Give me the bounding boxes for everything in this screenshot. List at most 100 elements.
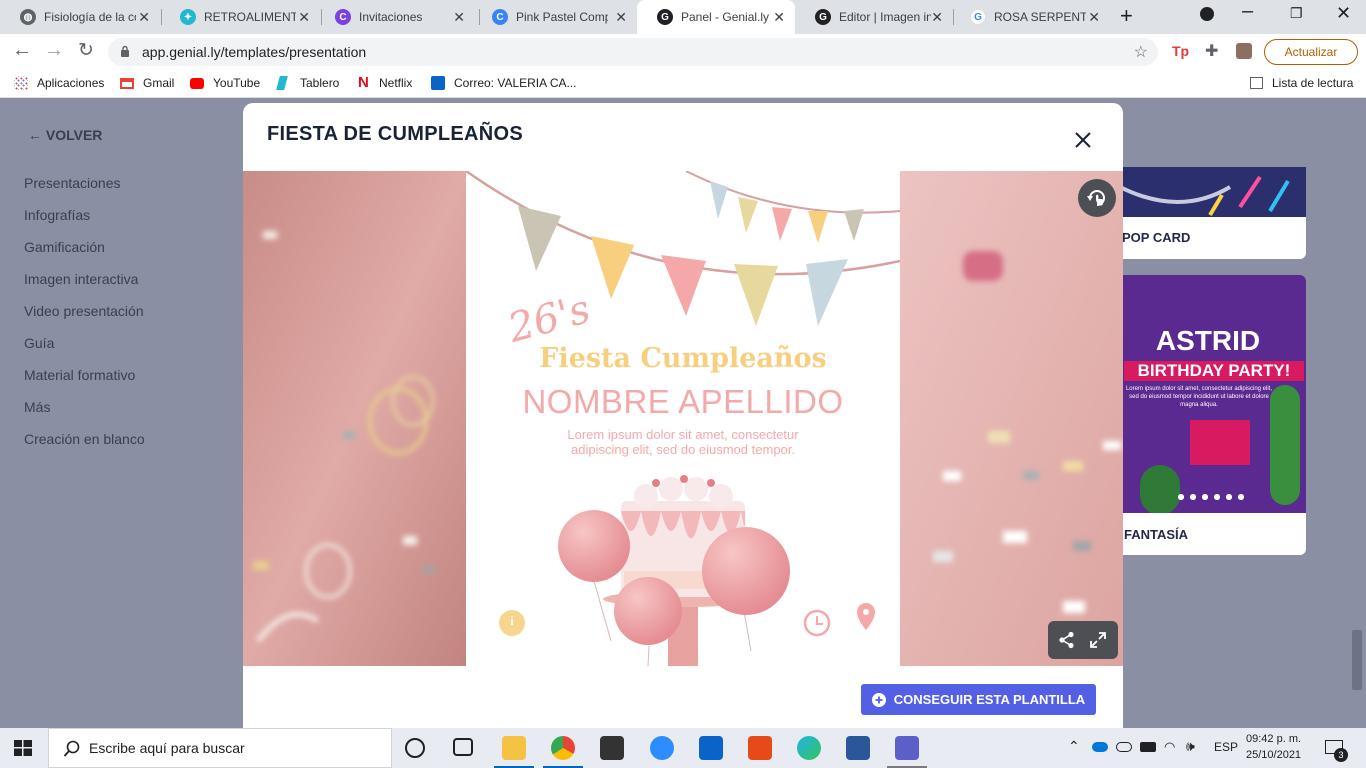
bookmark-tablero[interactable]: Tablero — [276, 76, 339, 90]
windows-start-icon[interactable] — [14, 740, 32, 756]
sidebar-item-presentaciones[interactable]: Presentaciones — [24, 175, 121, 191]
slide-canvas: 26's Fiesta Cumpleaños NOMBRE APELLIDO L… — [466, 171, 900, 666]
office-icon[interactable] — [748, 736, 772, 760]
bookmark-gmail[interactable]: Gmail — [120, 76, 174, 90]
tab-5-active[interactable]: G Panel - Genial.ly ✕ — [637, 0, 795, 34]
share-icon[interactable] — [1058, 631, 1076, 649]
cake-illustration — [499, 475, 875, 666]
card-headline: ASTRID — [1155, 325, 1261, 356]
tab-1[interactable]: ◍ Fisiología de la co ✕ — [0, 0, 160, 34]
close-icon[interactable]: ✕ — [773, 9, 785, 26]
tab-search-icon[interactable] — [1200, 7, 1214, 21]
task-view-icon[interactable] — [453, 738, 473, 756]
sidebar-item-material-formativo[interactable]: Material formativo — [24, 367, 135, 383]
bookmarks-bar: Aplicaciones Gmail YouTube Tablero N Net… — [0, 70, 1366, 98]
tablero-icon: ✦ — [180, 9, 196, 25]
taskbar-search-input[interactable]: Escribe aquí para buscar — [48, 728, 392, 768]
browser-toolbar: ← → ↻ app.genial.ly/templates/presentati… — [0, 34, 1366, 70]
profile-avatar[interactable] — [1236, 43, 1252, 59]
close-window-icon[interactable]: ✕ — [1336, 3, 1351, 24]
cloud-icon[interactable] — [1116, 742, 1132, 752]
fantasia-thumbnail: ASTRID BIRTHDAY PARTY! Lorem ipsum dolor… — [1110, 275, 1306, 513]
search-icon — [63, 740, 80, 757]
close-icon[interactable]: ✕ — [453, 9, 465, 26]
sidebar-item-infografias[interactable]: Infografías — [24, 207, 90, 223]
chrome-icon[interactable] — [551, 736, 575, 760]
browser-window: ◍ Fisiología de la co ✕ ✦ RETROALIMENTA … — [0, 0, 1366, 728]
chevron-up-icon[interactable]: ⌃ — [1068, 738, 1080, 755]
reload-icon[interactable]: ↻ — [78, 39, 94, 62]
wifi-icon[interactable]: ◠ — [1164, 739, 1175, 755]
tab-6[interactable]: G Editor | Imagen in ✕ — [795, 0, 953, 34]
tab-4[interactable]: C Pink Pastel Comp ✕ — [472, 0, 637, 34]
tp-extension-icon[interactable]: Tp — [1172, 43, 1189, 59]
language-indicator[interactable]: ESP — [1214, 740, 1238, 754]
windows-taskbar: Escribe aquí para buscar ⌃ ◠ 🕪 ESP 09:42… — [0, 728, 1366, 768]
sidebar-item-mas[interactable]: Más — [24, 399, 50, 415]
close-icon[interactable]: ✕ — [931, 9, 943, 26]
word-icon[interactable] — [846, 736, 870, 760]
store-icon[interactable] — [600, 736, 624, 760]
sidebar-item-guia[interactable]: Guía — [24, 335, 54, 351]
sidebar-item-gamificacion[interactable]: Gamificación — [24, 239, 105, 255]
tab-2[interactable]: ✦ RETROALIMENTA ✕ — [160, 0, 320, 34]
address-bar[interactable]: app.genial.ly/templates/presentation ☆ — [108, 38, 1158, 66]
bookmark-star-icon[interactable]: ☆ — [1134, 42, 1148, 62]
close-icon[interactable]: ✕ — [138, 9, 150, 26]
back-link[interactable]: ← VOLVER — [28, 127, 102, 143]
tab-title: Invitaciones — [359, 10, 423, 24]
reading-list-label: Lista de lectura — [1272, 76, 1354, 90]
close-icon[interactable]: ✕ — [298, 9, 310, 26]
cortana-icon[interactable] — [405, 738, 425, 758]
fullscreen-icon[interactable] — [1089, 631, 1107, 649]
lock-icon — [121, 45, 129, 57]
extensions-puzzle-icon[interactable]: ✚ — [1205, 41, 1218, 61]
volume-icon[interactable]: 🕪 — [1186, 738, 1195, 755]
bookmark-netflix[interactable]: N Netflix — [358, 75, 413, 90]
gmail-icon — [120, 77, 134, 89]
template-card-fantasia[interactable]: ASTRID BIRTHDAY PARTY! Lorem ipsum dolor… — [1110, 275, 1306, 555]
template-preview: 26's Fiesta Cumpleaños NOMBRE APELLIDO L… — [243, 171, 1123, 666]
minimize-icon[interactable]: – — [1242, 0, 1253, 23]
zoom-icon[interactable] — [650, 736, 674, 760]
icon-panel — [1190, 420, 1250, 465]
forward-arrow-icon[interactable]: → — [44, 39, 64, 62]
close-icon[interactable]: ✕ — [1088, 9, 1100, 26]
template-card-pop[interactable]: POP CARD — [1110, 167, 1306, 259]
update-button[interactable]: Actualizar — [1264, 39, 1358, 65]
tab-3[interactable]: C Invitaciones ✕ — [315, 0, 475, 34]
sidebar-item-video-presentacion[interactable]: Video presentación — [24, 303, 144, 319]
sidebar-item-creacion-en-blanco[interactable]: Creación en blanco — [24, 431, 145, 447]
battery-icon[interactable] — [1140, 742, 1156, 752]
back-arrow-icon[interactable]: ← — [12, 39, 32, 62]
mail-icon[interactable] — [699, 736, 723, 760]
new-tab-button[interactable]: + — [1120, 3, 1133, 29]
onedrive-icon[interactable] — [1092, 742, 1108, 752]
scrollbar-thumb[interactable] — [1352, 630, 1362, 690]
card-subheadline: BIRTHDAY PARTY! — [1124, 361, 1304, 381]
rotate-button[interactable] — [1078, 179, 1116, 217]
restore-icon[interactable]: ❐ — [1290, 5, 1303, 22]
canva-icon: C — [492, 9, 508, 25]
tab-title: Editor | Imagen in — [839, 10, 931, 24]
google-icon: G — [970, 9, 986, 25]
edge-icon[interactable] — [797, 736, 821, 760]
search-placeholder: Escribe aquí para buscar — [89, 740, 245, 756]
bookmark-label: Netflix — [379, 76, 413, 90]
bookmark-outlook[interactable]: Correo: VALERIA CA... — [431, 76, 577, 90]
close-icon[interactable]: ✕ — [615, 9, 627, 26]
clock[interactable]: 09:42 p. m. 25/10/2021 — [1246, 731, 1301, 763]
url-text: app.genial.ly/templates/presentation — [142, 44, 367, 60]
teams-icon[interactable] — [895, 736, 919, 760]
bookmark-youtube[interactable]: YouTube — [190, 76, 260, 90]
sidebar-item-imagen-interactiva[interactable]: Imagen interactiva — [24, 271, 138, 287]
card-body: Lorem ipsum dolor sit amet, consectetur … — [1125, 386, 1273, 408]
notification-count-badge: 3 — [1334, 748, 1348, 762]
apps-icon — [14, 76, 28, 90]
tab-7[interactable]: G ROSA SERPENTIN ✕ — [950, 0, 1110, 34]
get-template-button[interactable]: CONSEGUIR ESTA PLANTILLA — [861, 684, 1096, 715]
bookmark-apps[interactable]: Aplicaciones — [14, 76, 104, 90]
file-explorer-icon[interactable] — [502, 736, 526, 760]
reading-list[interactable]: Lista de lectura — [1250, 76, 1353, 90]
close-icon[interactable] — [1073, 130, 1093, 150]
